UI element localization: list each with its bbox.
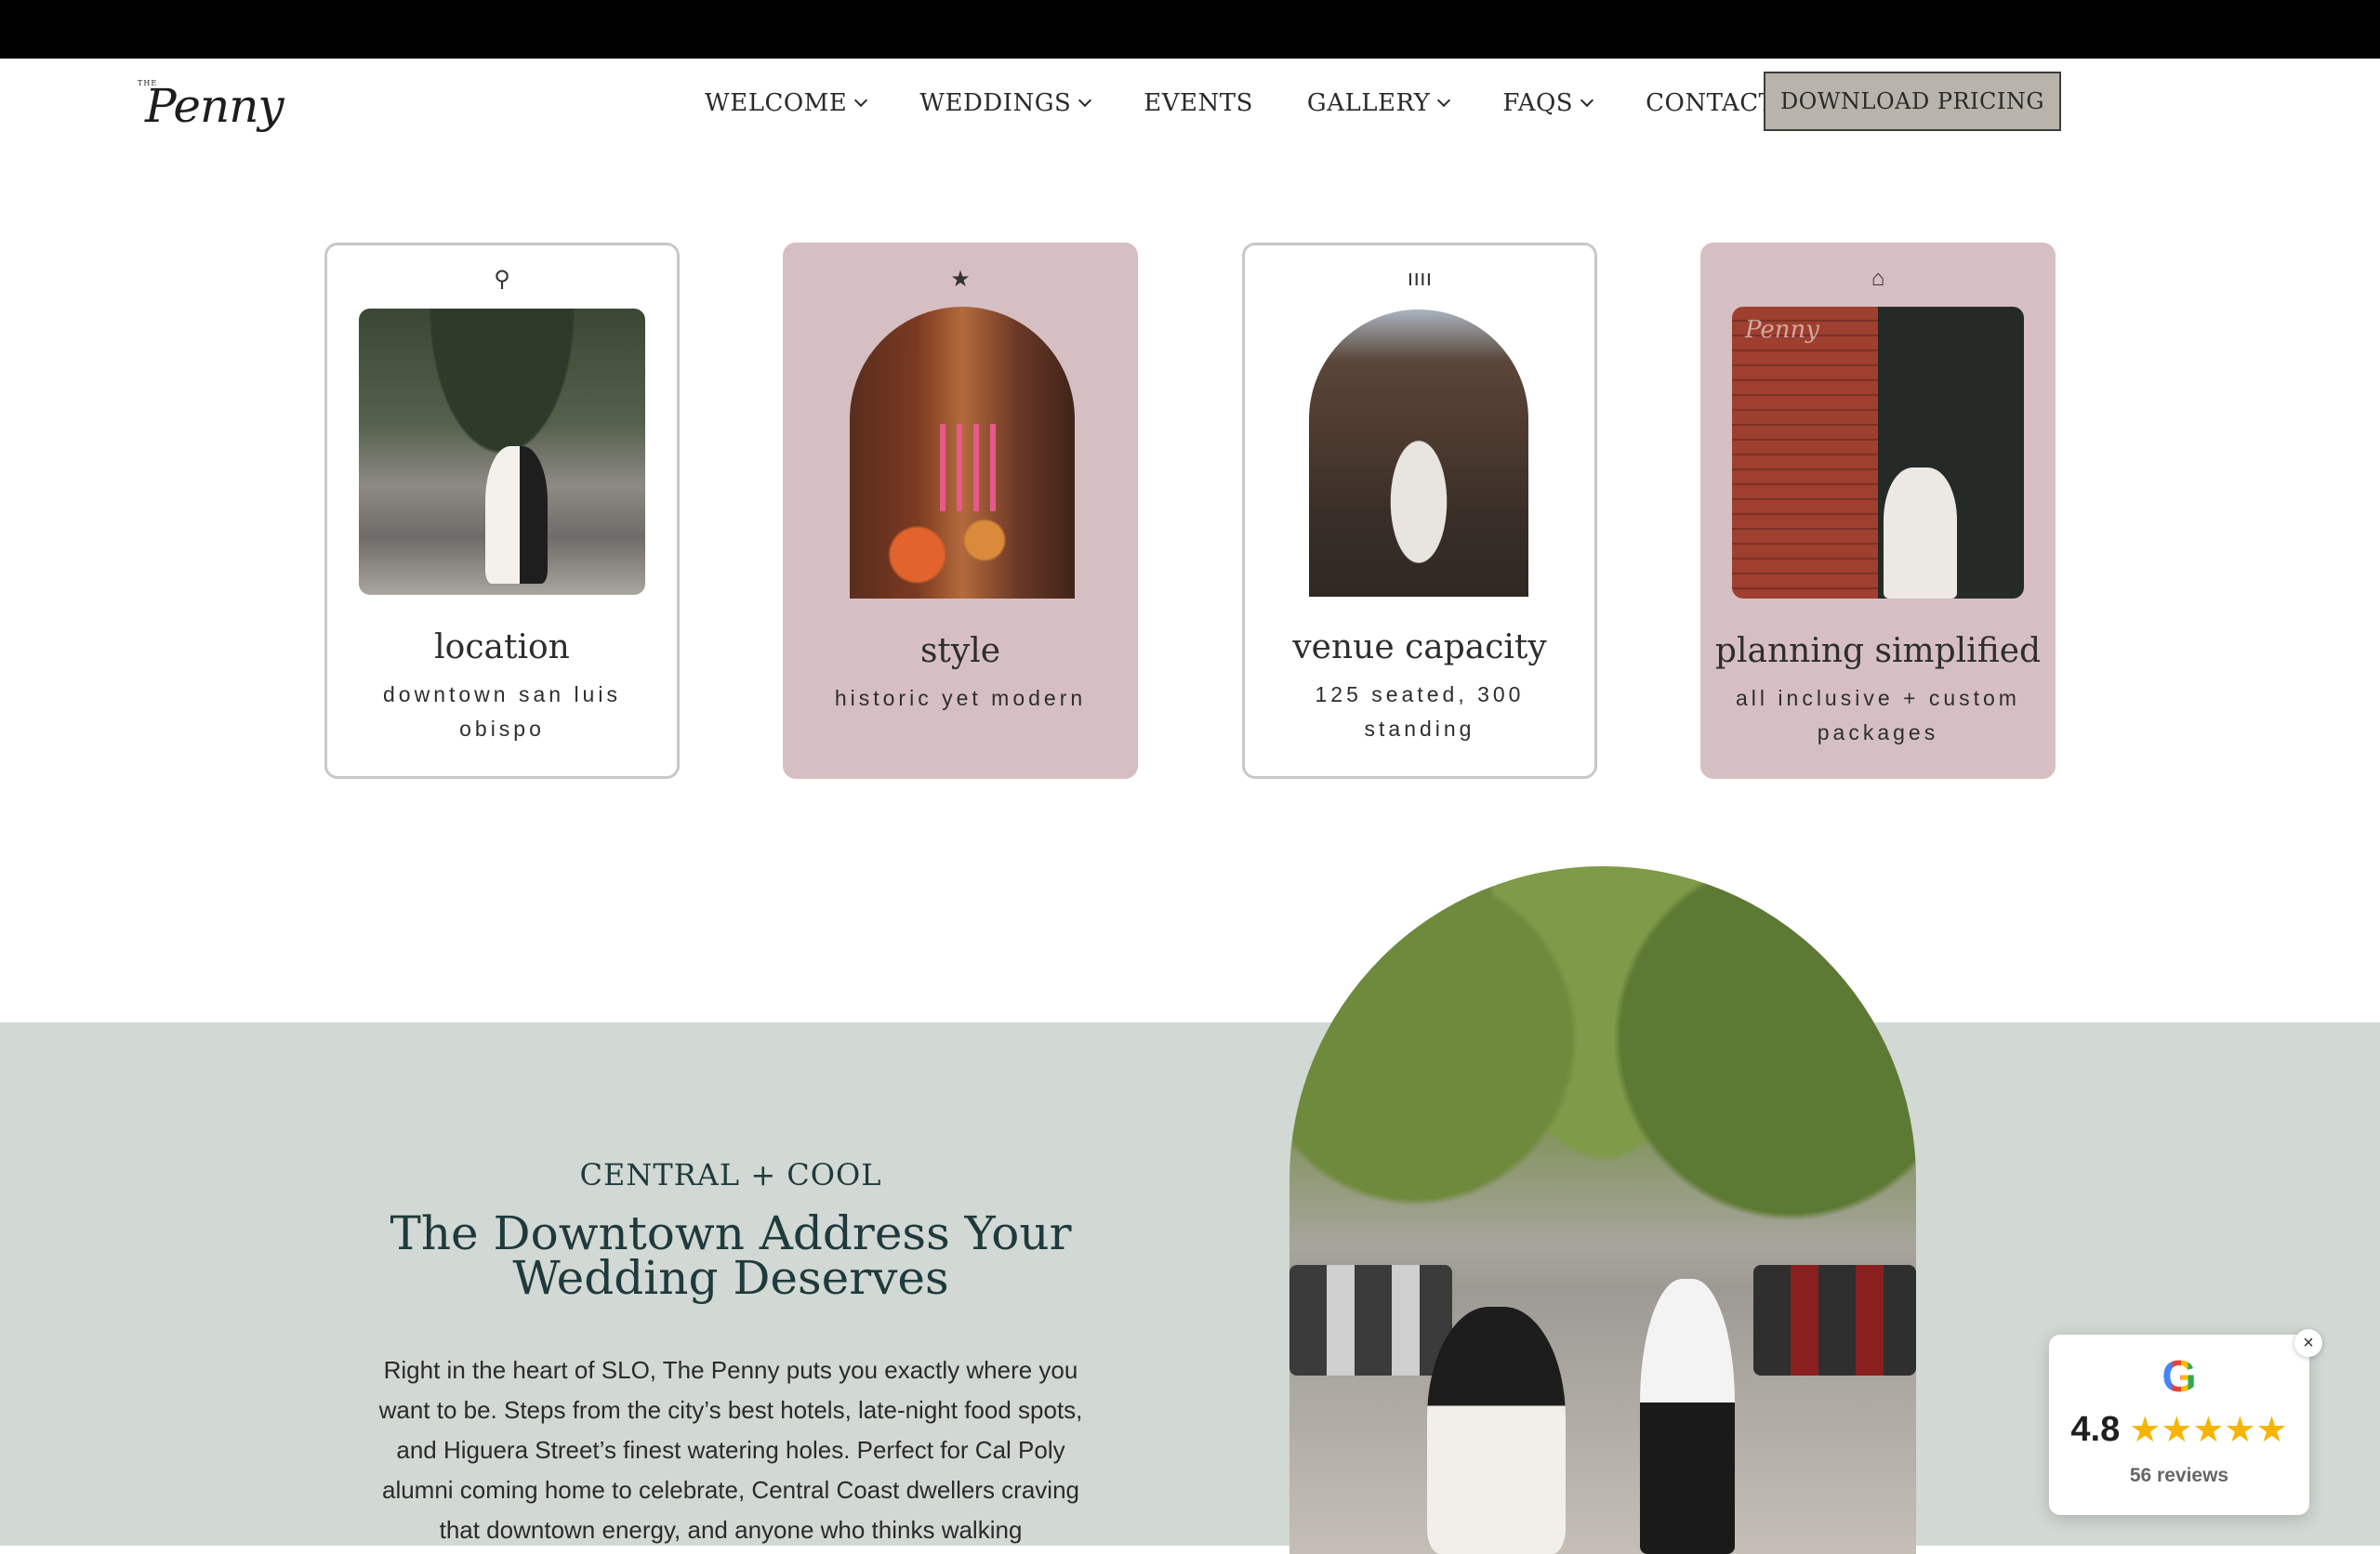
nav-welcome-label: WELCOME xyxy=(705,89,848,117)
nav-events-label: EVENTS xyxy=(1144,89,1253,117)
nav-faqs[interactable]: FAQS xyxy=(1502,89,1592,117)
review-count[interactable]: 56 reviews xyxy=(2049,1465,2309,1487)
section-eyebrow: CENTRAL + COOL xyxy=(579,1157,882,1192)
penny-watermark: Penny xyxy=(1745,316,1819,344)
chevron-down-icon xyxy=(1439,96,1448,105)
card-title: venue capacity xyxy=(1292,628,1547,666)
nav-gallery-label: GALLERY xyxy=(1306,89,1431,117)
nav-contact[interactable]: CONTACT xyxy=(1646,89,1775,117)
card-style: ★ style historic yet modern xyxy=(783,243,1138,779)
logo-script-text: Penny xyxy=(145,79,284,133)
couple-figure xyxy=(1374,439,1463,597)
groom-figure xyxy=(1640,1279,1735,1554)
card-subtitle: 125 seated, 300 standing xyxy=(1315,682,1525,741)
card-location: ⚲ location downtown san luis obispo xyxy=(324,243,680,779)
main-nav: WELCOME WEDDINGS EVENTS GALLERY FAQS CON… xyxy=(705,85,1830,122)
hero-arch-photo xyxy=(1289,866,1916,1554)
home-icon: ⌂ xyxy=(1871,266,1885,291)
nav-weddings-label: WEDDINGS xyxy=(919,89,1072,117)
nav-contact-label: CONTACT xyxy=(1646,89,1776,117)
chevron-down-icon xyxy=(1080,96,1090,105)
card-venue-capacity: ıııı venue capacity 125 seated, 300 stan… xyxy=(1242,243,1597,779)
card-subtitle: downtown san luis obispo xyxy=(383,682,621,741)
card-subtitle: historic yet modern xyxy=(834,686,1087,710)
bride-figure xyxy=(1427,1306,1566,1554)
rating-row: 4.8 ★★★★★ xyxy=(2049,1409,2309,1451)
google-logo-icon: G xyxy=(2049,1351,2309,1403)
google-logo-letter: G xyxy=(2162,1352,2197,1402)
parked-cars-left xyxy=(1289,1265,1453,1376)
logo[interactable]: THE Penny xyxy=(136,75,303,137)
google-review-widget[interactable]: × G 4.8 ★★★★★ 56 reviews xyxy=(2049,1329,2322,1515)
card-title: style xyxy=(919,632,1001,670)
star-icon: ★ xyxy=(950,267,971,292)
nav-welcome[interactable]: WELCOME xyxy=(705,89,866,117)
card-title: location xyxy=(434,628,570,666)
card-title: planning simplified xyxy=(1714,632,2042,670)
planning-photo: Penny xyxy=(1732,307,2024,599)
capacity-bars-icon: ıııı xyxy=(1407,266,1433,291)
card-subtitle: all inclusive + custom packages xyxy=(1736,686,2020,744)
couple-figure xyxy=(484,445,549,584)
card-planning-simplified: ⌂ Penny planning simplified all inclusiv… xyxy=(1700,243,2056,779)
style-photo xyxy=(850,307,1075,599)
bride-figure xyxy=(1884,467,1957,599)
site-header: THE Penny WELCOME WEDDINGS EVENTS GALLER… xyxy=(0,59,2380,148)
chevron-down-icon xyxy=(856,96,866,105)
chevron-down-icon xyxy=(1582,96,1592,105)
rating-score: 4.8 xyxy=(2070,1410,2121,1449)
venue-photo xyxy=(1309,309,1528,597)
section-body: Right in the heart of SLO, The Penny put… xyxy=(378,1356,1083,1544)
nav-faqs-label: FAQS xyxy=(1502,89,1574,117)
candles-detail xyxy=(939,423,1008,511)
rating-stars-icon: ★★★★★ xyxy=(2129,1411,2288,1450)
top-black-bar xyxy=(0,0,2380,59)
download-pricing-button[interactable]: DOWNLOAD PRICING xyxy=(1764,72,2061,131)
nav-gallery[interactable]: GALLERY xyxy=(1307,89,1449,117)
nav-events[interactable]: EVENTS xyxy=(1144,89,1253,117)
location-photo xyxy=(359,309,645,595)
location-pin-icon: ⚲ xyxy=(494,267,510,292)
section-headline: The Downtown Address Your Wedding Deserv… xyxy=(390,1206,1072,1305)
nav-weddings[interactable]: WEDDINGS xyxy=(919,89,1090,117)
parked-cars-right xyxy=(1752,1265,1916,1376)
